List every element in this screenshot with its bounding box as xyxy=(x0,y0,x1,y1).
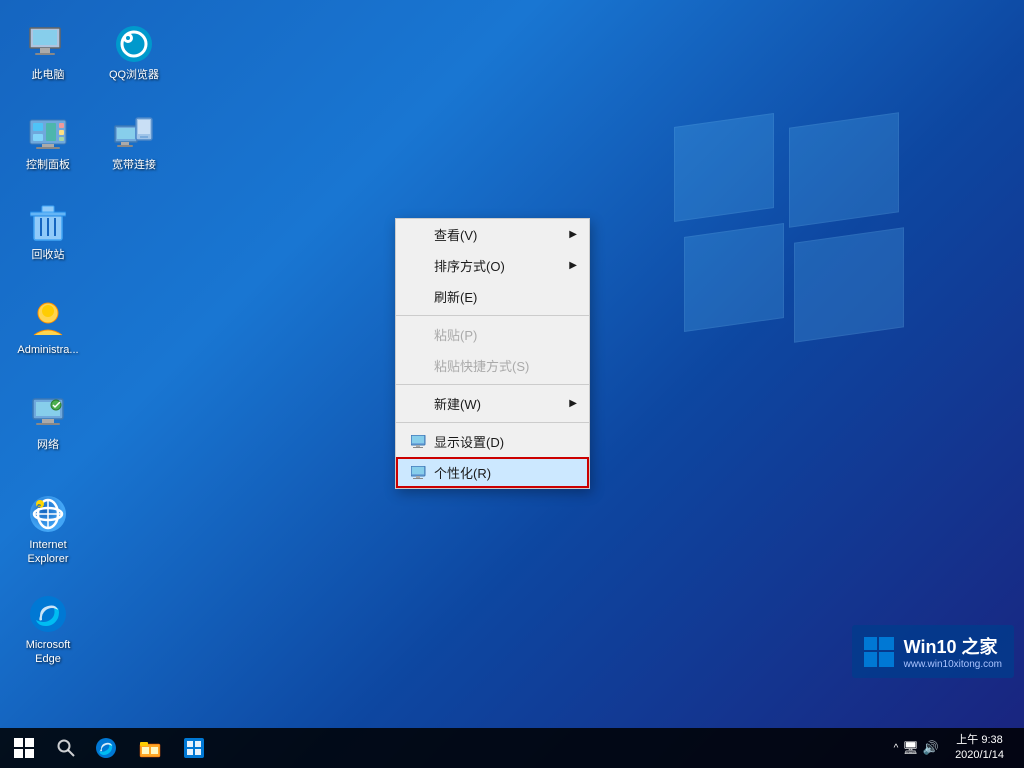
pc-label: 此电脑 xyxy=(32,68,65,82)
tray-date: 2020/1/14 xyxy=(955,748,1004,763)
start-button[interactable] xyxy=(0,728,48,768)
network-icon xyxy=(28,394,68,434)
tray-volume-icon[interactable]: 🔊 xyxy=(923,740,939,756)
paste-label: 粘贴(P) xyxy=(434,325,477,344)
desktop-icon-pc[interactable]: 此电脑 xyxy=(10,20,86,86)
new-label: 新建(W) xyxy=(434,394,481,413)
sort-arrow: ▶ xyxy=(569,260,577,271)
menu-item-personalize[interactable]: 个性化(R) xyxy=(396,457,589,488)
menu-item-view[interactable]: 查看(V) ▶ xyxy=(396,219,589,250)
start-icon xyxy=(14,738,34,758)
desktop-icon-qq[interactable]: QQ浏览器 xyxy=(96,20,172,86)
edge-label: Microsoft Edge xyxy=(26,638,71,667)
taskbar-edge[interactable] xyxy=(84,728,128,768)
win10-brand-text: Win10 之家 www.win10xitong.com xyxy=(904,633,1002,670)
menu-separator-1 xyxy=(396,315,589,316)
display-settings-icon xyxy=(410,434,428,450)
ie-label: Internet Explorer xyxy=(28,538,69,567)
desktop-icon-recycle[interactable]: 回收站 xyxy=(10,200,86,266)
menu-item-sort[interactable]: 排序方式(O) ▶ xyxy=(396,250,589,281)
desktop-icon-network[interactable]: 网络 xyxy=(10,390,86,456)
svg-text:e: e xyxy=(37,503,41,510)
broadband-label: 宽带连接 xyxy=(112,158,156,172)
desktop: 此电脑 QQ浏览器 xyxy=(0,0,1024,728)
win10-logo xyxy=(864,637,894,667)
qq-browser-icon xyxy=(114,24,154,64)
taskbar-file-explorer[interactable] xyxy=(128,728,172,768)
tray-clock: 上午 9:38 xyxy=(956,733,1002,748)
broadband-icon xyxy=(114,114,154,154)
view-label: 查看(V) xyxy=(434,225,477,244)
control-label: 控制面板 xyxy=(26,158,70,172)
taskbar-store[interactable] xyxy=(172,728,216,768)
new-arrow: ▶ xyxy=(569,398,577,409)
menu-item-paste: 粘贴(P) xyxy=(396,319,589,350)
tray-chevron[interactable]: ^ xyxy=(894,743,899,754)
win10-brand-title: Win10 之家 xyxy=(904,633,1002,659)
control-panel-icon xyxy=(28,114,68,154)
menu-separator-2 xyxy=(396,384,589,385)
ie-icon: e xyxy=(28,494,68,534)
taskbar-tray: ^ 🖥 🔊 上午 9:38 2020/1/14 xyxy=(886,728,1024,768)
admin-label: Administra... xyxy=(17,343,78,357)
taskbar: ^ 🖥 🔊 上午 9:38 2020/1/14 xyxy=(0,728,1024,768)
new-menu-icon xyxy=(410,396,428,412)
menu-item-new[interactable]: 新建(W) ▶ xyxy=(396,388,589,419)
windows-logo-decoration xyxy=(674,120,904,340)
paste-shortcut-label: 粘贴快捷方式(S) xyxy=(434,356,529,375)
menu-item-paste-shortcut: 粘贴快捷方式(S) xyxy=(396,350,589,381)
desktop-icon-edge[interactable]: Microsoft Edge xyxy=(10,590,86,671)
win10-branding: Win10 之家 www.win10xitong.com xyxy=(852,625,1014,678)
sort-menu-icon xyxy=(410,258,428,274)
context-menu: 查看(V) ▶ 排序方式(O) ▶ 刷新(E) 粘贴(P) 粘贴快捷方式(S) xyxy=(395,218,590,489)
display-settings-label: 显示设置(D) xyxy=(434,432,504,451)
pc-icon xyxy=(28,24,68,64)
edge-icon xyxy=(28,594,68,634)
admin-icon xyxy=(28,299,68,339)
tray-network-icon[interactable]: 🖥 xyxy=(902,740,919,756)
paste-menu-icon xyxy=(410,327,428,343)
recycle-bin-icon xyxy=(28,204,68,244)
desktop-icon-admin[interactable]: Administra... xyxy=(10,295,86,361)
search-button[interactable] xyxy=(48,728,84,768)
desktop-icon-broadband[interactable]: 宽带连接 xyxy=(96,110,172,176)
recycle-label: 回收站 xyxy=(32,248,65,262)
search-icon xyxy=(57,739,75,757)
menu-item-refresh[interactable]: 刷新(E) xyxy=(396,281,589,312)
paste-shortcut-icon xyxy=(410,358,428,374)
qq-label: QQ浏览器 xyxy=(109,68,159,82)
view-menu-icon xyxy=(410,227,428,243)
personalize-icon xyxy=(410,465,428,481)
personalize-label: 个性化(R) xyxy=(434,463,491,482)
network-label: 网络 xyxy=(37,438,59,452)
tray-time[interactable]: 上午 9:38 2020/1/14 xyxy=(947,733,1012,764)
menu-separator-3 xyxy=(396,422,589,423)
refresh-menu-icon xyxy=(410,289,428,305)
win10-brand-subtitle: www.win10xitong.com xyxy=(904,659,1002,670)
taskbar-pinned-apps xyxy=(84,728,216,768)
menu-item-display-settings[interactable]: 显示设置(D) xyxy=(396,426,589,457)
tray-icons: ^ 🖥 🔊 xyxy=(886,740,947,756)
desktop-icon-control[interactable]: 控制面板 xyxy=(10,110,86,176)
desktop-icon-ie[interactable]: e Internet Explorer xyxy=(10,490,86,571)
view-arrow: ▶ xyxy=(569,229,577,240)
sort-label: 排序方式(O) xyxy=(434,256,505,275)
refresh-label: 刷新(E) xyxy=(434,287,477,306)
